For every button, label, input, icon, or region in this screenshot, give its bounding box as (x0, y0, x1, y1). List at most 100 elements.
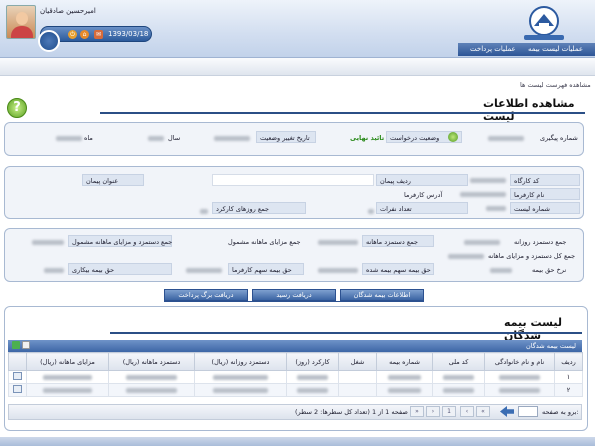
page-info: صفحه 1 از 1 (تعداد کل سطرها: 2 سطر) (295, 408, 408, 416)
contract-title-label: عنوان پیمان (86, 177, 119, 185)
grid-caption-text: لیست بیمه شدگان (526, 342, 576, 350)
title-divider (100, 112, 585, 114)
wage-benefits-value (32, 240, 64, 245)
month-label: ماه (84, 134, 93, 142)
list-title: لیست بیمه شدگان (504, 316, 562, 342)
mail-icon[interactable]: ✉ (94, 30, 103, 39)
insured-share-label-box: حق بیمه سهم بیمه شده (362, 263, 434, 275)
avatar (6, 5, 36, 39)
refresh-icon[interactable] (12, 341, 20, 349)
cell-value (126, 387, 177, 393)
status-date-value (214, 136, 250, 141)
cell-value (43, 387, 92, 393)
workshop-code-value (470, 178, 506, 183)
col-index[interactable]: ردیف (554, 352, 583, 371)
insurance-rate-label: نرخ حق بیمه (532, 266, 567, 274)
year-value (148, 136, 164, 141)
col-insurance-no[interactable]: شماره بیمه (376, 352, 433, 371)
col-actions (8, 352, 27, 371)
employer-label-box: نام کارفرما (510, 188, 580, 200)
list-title-divider (110, 332, 582, 334)
unemployment-label-box: حق بیمه بیکاری (68, 263, 172, 275)
monthly-wage-label: جمع دستمزد ماهانه (366, 238, 419, 246)
go-page-label: برو به صفحه: (542, 408, 579, 416)
employer-share-value (186, 268, 222, 273)
wage-benefits-label: جمع دستمزد و مزایای ماهانه مشمول (72, 238, 173, 246)
list-no-value (486, 206, 506, 211)
first-page-button[interactable]: « (476, 406, 490, 417)
cell-value (443, 387, 474, 393)
logo-icon (524, 6, 564, 40)
employer-share-label: حق بیمه سهم کارفرما (232, 266, 292, 274)
contract-title-label-box: عنوان پیمان (82, 174, 144, 186)
col-monthly-benefits[interactable]: مزایای ماهانه (ریال) (26, 352, 109, 371)
col-monthly-wage[interactable]: دستمزد ماهانه (ریال) (108, 352, 195, 371)
cell-value (126, 374, 177, 380)
wage-benefits-label-box: جمع دستمزد و مزایای ماهانه مشمول (68, 235, 172, 247)
month-value (56, 136, 82, 141)
status-value: تائید نهایی (350, 134, 385, 142)
tab-receipt[interactable]: دریافت رسید (252, 289, 336, 301)
tab-payment-slip[interactable]: دریافت برگ پرداخت (164, 289, 248, 301)
col-national-code[interactable]: کد ملی (432, 352, 485, 371)
table-row[interactable]: ۲ (8, 383, 583, 397)
status-label: وضعیت درخواست (390, 134, 440, 142)
insured-table: ردیف نام و نام خانوادگی کد ملی شماره بیم… (8, 352, 583, 397)
page-input[interactable] (518, 406, 538, 417)
last-page-button[interactable]: » (410, 406, 424, 417)
tab-insured-info[interactable]: اطلاعات بیمه شدگان (340, 289, 424, 301)
home-icon[interactable]: ⌂ (80, 30, 89, 39)
help-icon[interactable]: ? (7, 98, 27, 118)
contract-row-label-box: ردیف پیمان (376, 174, 468, 186)
next-page-button[interactable]: › (426, 406, 440, 417)
workshop-code-label: کد کارگاه (514, 177, 540, 185)
workdays-label-box: جمع روزهای کارکرد (212, 202, 306, 214)
employer-value (460, 192, 506, 197)
cell-value (213, 374, 268, 380)
cell-value (443, 374, 474, 380)
footer-bar (0, 437, 595, 446)
status-date-label: تاریخ تغییر وضعیت (260, 134, 310, 142)
current-page-button[interactable]: 1 (442, 406, 456, 417)
prev-page-button[interactable]: ‹ (460, 406, 474, 417)
insured-share-value (318, 268, 358, 273)
col-daily-wage[interactable]: دستمزد روزانه (ریال) (194, 352, 287, 371)
cell-value (213, 387, 268, 393)
row-index: ۱ (554, 370, 583, 384)
table-row[interactable]: ۱ (8, 370, 583, 384)
toolbar-strip (0, 58, 595, 76)
insured-share-label: حق بیمه سهم بیمه شده (366, 266, 431, 274)
nav-payment-operations[interactable]: عملیات پرداخت (470, 45, 516, 53)
col-full-name[interactable]: نام و نام خانوادگی (484, 352, 555, 371)
unemployment-value (44, 268, 64, 273)
address-label: آدرس کارفرما (404, 191, 443, 199)
tabs-underline (164, 301, 424, 302)
cell-value (43, 374, 92, 380)
grid-tools (12, 341, 32, 351)
nav-insurance-operations[interactable]: عملیات لیست بیمه (528, 45, 583, 53)
cell-value (388, 387, 421, 393)
workdays-value (200, 209, 208, 214)
employer-label: نام کارفرما (514, 191, 545, 199)
col-job[interactable]: شغل (338, 352, 377, 371)
tracking-value (488, 136, 524, 141)
monthly-wage-value (318, 240, 358, 245)
globe-icon[interactable] (38, 30, 60, 52)
daily-wage-label: جمع دستمزد روزانه (514, 238, 567, 246)
table-header-row: ردیف نام و نام خانوادگی کد ملی شماره بیم… (8, 352, 583, 371)
list-no-label: شماره لیست (514, 205, 550, 213)
workdays-label: جمع روزهای کارکرد (216, 205, 270, 213)
total-wage-benefits-value (448, 254, 484, 259)
workshop-code-label-box: کد کارگاه (510, 174, 580, 186)
view-details-icon[interactable] (13, 385, 22, 393)
cell-value (297, 387, 328, 393)
col-workdays[interactable]: کارکرد (روز) (286, 352, 339, 371)
logout-icon[interactable]: ⏻ (68, 30, 77, 39)
view-details-icon[interactable] (13, 372, 22, 380)
grid-caption: لیست بیمه شدگان (8, 340, 582, 352)
breadcrumb[interactable]: مشاهده فهرست لیست ها (520, 81, 591, 89)
export-icon[interactable] (22, 341, 30, 349)
cell-value (498, 387, 541, 393)
year-label: سال (168, 134, 181, 142)
cell-value (498, 374, 541, 380)
